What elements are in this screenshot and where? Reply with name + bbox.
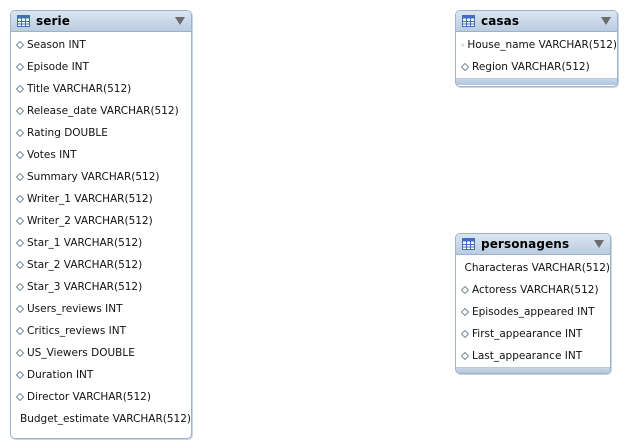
diamond-icon (16, 239, 24, 247)
column-label: Writer_1 VARCHAR(512) (27, 193, 153, 205)
table-title: personagens (481, 237, 570, 251)
diamond-icon (461, 352, 469, 360)
column-label: Duration INT (27, 369, 94, 381)
diamond-icon (16, 129, 24, 137)
column-row[interactable]: Episode INT (11, 56, 191, 78)
diamond-icon (16, 327, 24, 335)
diamond-icon (461, 330, 469, 338)
column-label: Writer_2 VARCHAR(512) (27, 215, 153, 227)
diamond-icon (16, 261, 24, 269)
column-label: Star_1 VARCHAR(512) (27, 237, 143, 249)
diamond-icon (16, 418, 18, 420)
column-label: Last_appearance INT (472, 350, 583, 362)
diamond-icon (16, 349, 24, 357)
table-serie-header[interactable]: serie (11, 11, 191, 32)
column-label: Episodes_appeared INT (472, 306, 595, 318)
column-row[interactable]: First_appearance INT (456, 323, 610, 345)
column-label: Title VARCHAR(512) (27, 83, 132, 95)
column-label: Votes INT (27, 149, 77, 161)
column-label: Director VARCHAR(512) (27, 391, 151, 403)
diamond-icon (461, 286, 469, 294)
diamond-icon (16, 173, 24, 181)
column-list: Characteras VARCHAR(512) Actoress VARCHA… (456, 255, 610, 367)
column-row[interactable]: US_Viewers DOUBLE (11, 342, 191, 364)
diamond-icon (461, 267, 462, 269)
table-personagens-header[interactable]: personagens (456, 234, 610, 255)
column-label: Critics_reviews INT (27, 325, 126, 337)
column-row[interactable]: Star_1 VARCHAR(512) (11, 232, 191, 254)
column-row[interactable]: House_name VARCHAR(512) (456, 34, 617, 56)
diamond-icon (16, 195, 24, 203)
triangle-down-icon[interactable] (594, 239, 604, 249)
diagram-canvas: serie Season INT Episode INT Title VARCH… (0, 0, 626, 447)
table-title: serie (36, 14, 70, 28)
column-row[interactable]: Title VARCHAR(512) (11, 78, 191, 100)
table-footer (456, 78, 617, 85)
column-row[interactable]: Last_appearance INT (456, 345, 610, 367)
table-grid-icon (462, 15, 475, 27)
column-row[interactable]: Users_reviews INT (11, 298, 191, 320)
column-row[interactable]: Star_2 VARCHAR(512) (11, 254, 191, 276)
table-grid-icon (17, 15, 30, 27)
diamond-icon (16, 63, 24, 71)
column-label: Star_2 VARCHAR(512) (27, 259, 143, 271)
column-label: First_appearance INT (472, 328, 583, 340)
column-label: Episode INT (27, 61, 89, 73)
diamond-icon (461, 43, 465, 47)
table-grid-icon (462, 238, 475, 250)
column-row[interactable]: Director VARCHAR(512) (11, 386, 191, 408)
column-list: Season INT Episode INT Title VARCHAR(512… (11, 32, 191, 430)
column-row[interactable]: Episodes_appeared INT (456, 301, 610, 323)
column-label: Budget_estimate VARCHAR(512) (20, 413, 191, 425)
column-row[interactable]: Actoress VARCHAR(512) (456, 279, 610, 301)
column-label: House_name VARCHAR(512) (467, 39, 617, 51)
column-label: US_Viewers DOUBLE (27, 347, 135, 359)
column-row[interactable]: Writer_2 VARCHAR(512) (11, 210, 191, 232)
column-row[interactable]: Duration INT (11, 364, 191, 386)
diamond-icon (461, 308, 469, 316)
diamond-icon (16, 41, 24, 49)
table-casas-header[interactable]: casas (456, 11, 617, 32)
column-row[interactable]: Season INT (11, 34, 191, 56)
column-label: Region VARCHAR(512) (472, 61, 590, 73)
triangle-down-icon[interactable] (601, 16, 611, 26)
diamond-icon (16, 85, 24, 93)
table-title: casas (481, 14, 520, 28)
diamond-icon (16, 393, 24, 401)
diamond-icon (16, 107, 24, 115)
column-label: Summary VARCHAR(512) (27, 171, 160, 183)
column-row[interactable]: Votes INT (11, 144, 191, 166)
column-label: Actoress VARCHAR(512) (472, 284, 599, 296)
column-row[interactable]: Region VARCHAR(512) (456, 56, 617, 78)
diamond-icon (16, 151, 24, 159)
column-label: Star_3 VARCHAR(512) (27, 281, 143, 293)
column-row[interactable]: Budget_estimate VARCHAR(512) (11, 408, 191, 430)
table-personagens[interactable]: personagens Characteras VARCHAR(512) Act… (455, 233, 611, 374)
column-row[interactable]: Star_3 VARCHAR(512) (11, 276, 191, 298)
column-label: Season INT (27, 39, 86, 51)
diamond-icon (461, 63, 469, 71)
column-row[interactable]: Release_date VARCHAR(512) (11, 100, 191, 122)
column-label: Users_reviews INT (27, 303, 123, 315)
column-label: Release_date VARCHAR(512) (27, 105, 179, 117)
diamond-icon (16, 371, 24, 379)
table-serie[interactable]: serie Season INT Episode INT Title VARCH… (10, 10, 192, 439)
column-list: House_name VARCHAR(512) Region VARCHAR(5… (456, 32, 617, 78)
column-label: Characteras VARCHAR(512) (464, 262, 611, 274)
column-row[interactable]: Characteras VARCHAR(512) (456, 257, 610, 279)
table-footer (456, 367, 610, 373)
column-row[interactable]: Rating DOUBLE (11, 122, 191, 144)
diamond-icon (16, 283, 24, 291)
triangle-down-icon[interactable] (175, 16, 185, 26)
diamond-icon (16, 217, 24, 225)
column-row[interactable]: Writer_1 VARCHAR(512) (11, 188, 191, 210)
diamond-icon (16, 305, 24, 313)
table-casas[interactable]: casas House_name VARCHAR(512) Region VAR… (455, 10, 618, 87)
column-label: Rating DOUBLE (27, 127, 108, 139)
column-row[interactable]: Critics_reviews INT (11, 320, 191, 342)
column-row[interactable]: Summary VARCHAR(512) (11, 166, 191, 188)
